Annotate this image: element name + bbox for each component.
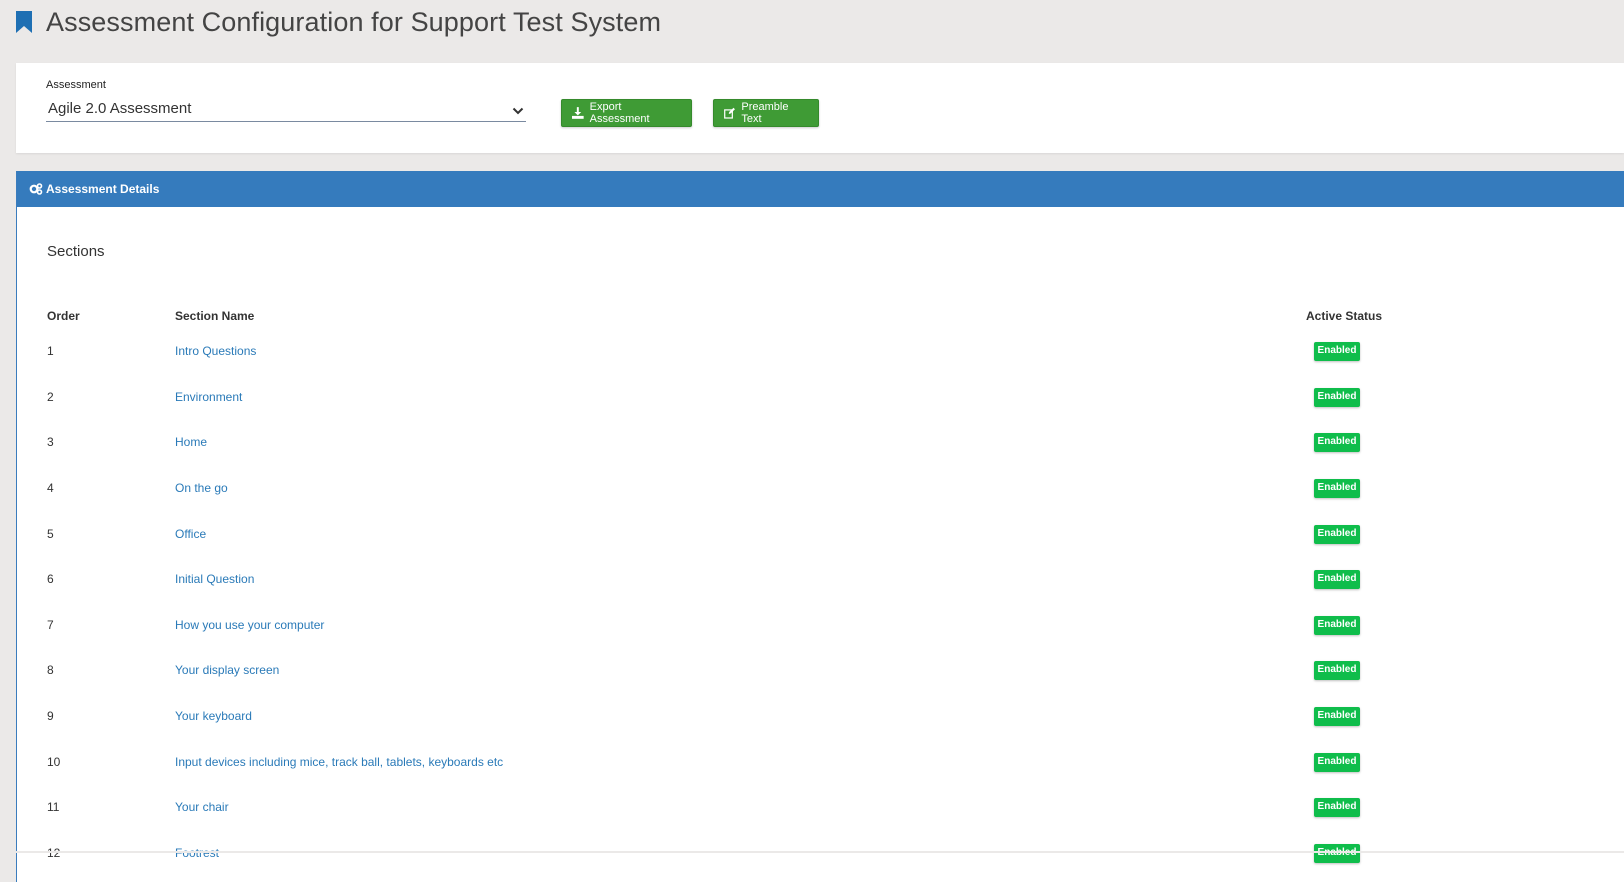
row-order: 1 bbox=[47, 344, 54, 358]
section-name-link[interactable]: Intro Questions bbox=[175, 344, 256, 358]
column-header-section-name: Section Name bbox=[175, 309, 255, 323]
table-row: 12 Footrest Enabled bbox=[17, 844, 1617, 864]
cogs-icon bbox=[29, 183, 43, 195]
section-name-link[interactable]: Office bbox=[175, 527, 206, 541]
download-icon bbox=[572, 107, 584, 119]
table-row: 11 Your chair Enabled bbox=[17, 798, 1617, 818]
status-badge: Enabled bbox=[1314, 525, 1360, 544]
row-order: 7 bbox=[47, 618, 54, 632]
row-order: 6 bbox=[47, 572, 54, 586]
section-name-link[interactable]: Input devices including mice, track ball… bbox=[175, 755, 503, 769]
status-badge: Enabled bbox=[1314, 570, 1360, 589]
status-badge: Enabled bbox=[1314, 844, 1360, 863]
assessment-details-panel: Assessment Details Sections Order Sectio… bbox=[16, 171, 1624, 882]
status-badge: Enabled bbox=[1314, 433, 1360, 452]
row-order: 10 bbox=[47, 755, 61, 769]
status-badge: Enabled bbox=[1314, 707, 1360, 726]
table-row: 3 Home Enabled bbox=[17, 433, 1617, 453]
table-row: 7 How you use your computer Enabled bbox=[17, 616, 1617, 636]
page-bottom-edge bbox=[0, 851, 1624, 853]
section-name-link[interactable]: Footrest bbox=[175, 846, 219, 860]
assessment-selector-card: Assessment Agile 2.0 Assessment Export A… bbox=[16, 63, 1624, 153]
section-name-link[interactable]: How you use your computer bbox=[175, 618, 324, 632]
bookmark-icon bbox=[14, 10, 34, 34]
section-name-link[interactable]: Your chair bbox=[175, 800, 229, 814]
section-name-link[interactable]: Environment bbox=[175, 390, 242, 404]
assessment-select[interactable]: Agile 2.0 Assessment bbox=[46, 97, 526, 122]
status-badge: Enabled bbox=[1314, 616, 1360, 635]
row-order: 5 bbox=[47, 527, 54, 541]
row-order: 2 bbox=[47, 390, 54, 404]
status-badge: Enabled bbox=[1314, 753, 1360, 772]
sections-title: Sections bbox=[47, 243, 105, 260]
preamble-text-button[interactable]: Preamble Text bbox=[713, 99, 819, 127]
row-order: 8 bbox=[47, 663, 54, 677]
section-name-link[interactable]: Your keyboard bbox=[175, 709, 252, 723]
row-order: 12 bbox=[47, 846, 61, 860]
table-row: 9 Your keyboard Enabled bbox=[17, 707, 1617, 727]
assessment-select-value: Agile 2.0 Assessment bbox=[48, 100, 192, 117]
page-title: Assessment Configuration for Support Tes… bbox=[46, 6, 662, 37]
assessment-details-header: Assessment Details bbox=[17, 171, 1624, 207]
column-header-order: Order bbox=[47, 309, 80, 323]
section-name-link[interactable]: Initial Question bbox=[175, 572, 254, 586]
assessment-label: Assessment bbox=[46, 79, 106, 91]
section-name-link[interactable]: Your display screen bbox=[175, 663, 279, 677]
assessment-details-title: Assessment Details bbox=[46, 182, 160, 196]
column-header-active-status: Active Status bbox=[1306, 309, 1383, 323]
status-badge: Enabled bbox=[1314, 342, 1360, 361]
status-badge: Enabled bbox=[1314, 388, 1360, 407]
status-badge: Enabled bbox=[1314, 661, 1360, 680]
chevron-down-icon bbox=[512, 103, 524, 115]
table-row: 8 Your display screen Enabled bbox=[17, 661, 1617, 681]
table-row: 4 On the go Enabled bbox=[17, 479, 1617, 499]
row-order: 11 bbox=[47, 800, 60, 814]
status-badge: Enabled bbox=[1314, 798, 1360, 817]
preamble-text-label: Preamble Text bbox=[741, 101, 789, 125]
page-header: Assessment Configuration for Support Tes… bbox=[14, 4, 661, 40]
table-row: 5 Office Enabled bbox=[17, 525, 1617, 545]
row-order: 9 bbox=[47, 709, 54, 723]
row-order: 4 bbox=[47, 481, 54, 495]
table-row: 10 Input devices including mice, track b… bbox=[17, 753, 1617, 773]
table-row: 2 Environment Enabled bbox=[17, 388, 1617, 408]
export-assessment-button[interactable]: Export Assessment bbox=[561, 99, 692, 127]
export-assessment-label: Export Assessment bbox=[589, 101, 650, 125]
table-row: 1 Intro Questions Enabled bbox=[17, 342, 1617, 362]
section-name-link[interactable]: On the go bbox=[175, 481, 228, 495]
section-name-link[interactable]: Home bbox=[175, 435, 207, 449]
status-badge: Enabled bbox=[1314, 479, 1360, 498]
table-row: 6 Initial Question Enabled bbox=[17, 570, 1617, 590]
row-order: 3 bbox=[47, 435, 54, 449]
edit-icon bbox=[724, 107, 735, 119]
